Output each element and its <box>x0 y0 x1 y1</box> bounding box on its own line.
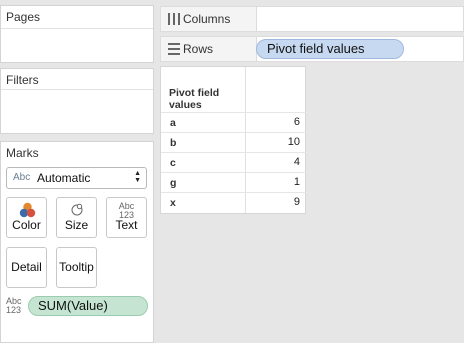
row-key: a <box>170 117 176 129</box>
row-key: x <box>170 197 176 209</box>
color-button[interactable]: Color <box>6 197 47 238</box>
row-key: b <box>170 137 177 149</box>
pages-drop-area[interactable] <box>1 28 153 62</box>
row-value: 1 <box>293 176 300 188</box>
columns-shelf: Columns <box>160 6 464 32</box>
pages-title: Pages <box>6 10 41 24</box>
data-table: Pivot field values a 6 b 10 c 4 g 1 x 9 <box>160 66 307 214</box>
filters-drop-area[interactable] <box>1 89 153 133</box>
color-label: Color <box>12 218 41 232</box>
row-key: g <box>170 177 177 189</box>
row-header[interactable]: Pivot field values <box>169 87 219 111</box>
rows-icon <box>168 43 180 55</box>
table-row[interactable]: g 1 <box>161 172 307 192</box>
field-type-icon-bottom: 123 <box>6 305 22 315</box>
row-header-line2: values <box>169 99 202 111</box>
mark-type-value: Automatic <box>37 171 91 185</box>
table-row[interactable]: b 10 <box>161 132 307 152</box>
row-value: 9 <box>293 196 300 208</box>
dropdown-arrows-icon: ▲ ▼ <box>134 170 141 184</box>
abc-icon: Abc <box>13 172 31 183</box>
text-button[interactable]: Abc 123 Text <box>106 197 147 238</box>
row-value: 4 <box>293 156 300 168</box>
columns-drop-area[interactable] <box>256 7 463 31</box>
row-value: 6 <box>293 116 300 128</box>
field-type-icon: Abc 123 <box>6 297 22 315</box>
sum-value-pill[interactable]: SUM(Value) <box>28 296 148 316</box>
row-key: c <box>170 157 176 169</box>
filters-title: Filters <box>6 73 39 87</box>
row-value: 10 <box>287 136 300 148</box>
rows-label: Rows <box>183 42 214 56</box>
text-label: Text <box>115 218 138 232</box>
columns-label: Columns <box>183 12 231 26</box>
color-icon <box>19 202 36 218</box>
columns-icon <box>168 13 180 25</box>
tooltip-label: Tooltip <box>59 260 94 274</box>
table-row[interactable]: c 4 <box>161 152 307 172</box>
size-label: Size <box>64 218 89 232</box>
pages-panel: Pages <box>0 5 154 63</box>
row-header-line1: Pivot field <box>169 87 220 99</box>
filters-panel: Filters <box>0 68 154 134</box>
size-button[interactable]: Size <box>56 197 97 238</box>
detail-button[interactable]: Detail <box>6 247 47 288</box>
table-row[interactable]: a 6 <box>161 112 307 132</box>
mark-type-dropdown[interactable]: Abc Automatic ▲ ▼ <box>6 167 147 189</box>
tooltip-button[interactable]: Tooltip <box>56 247 97 288</box>
marks-title: Marks <box>6 146 39 160</box>
detail-label: Detail <box>11 260 42 274</box>
pivot-field-values-pill[interactable]: Pivot field values <box>256 39 404 59</box>
size-icon <box>71 203 83 216</box>
table-row[interactable]: x 9 <box>161 192 307 212</box>
